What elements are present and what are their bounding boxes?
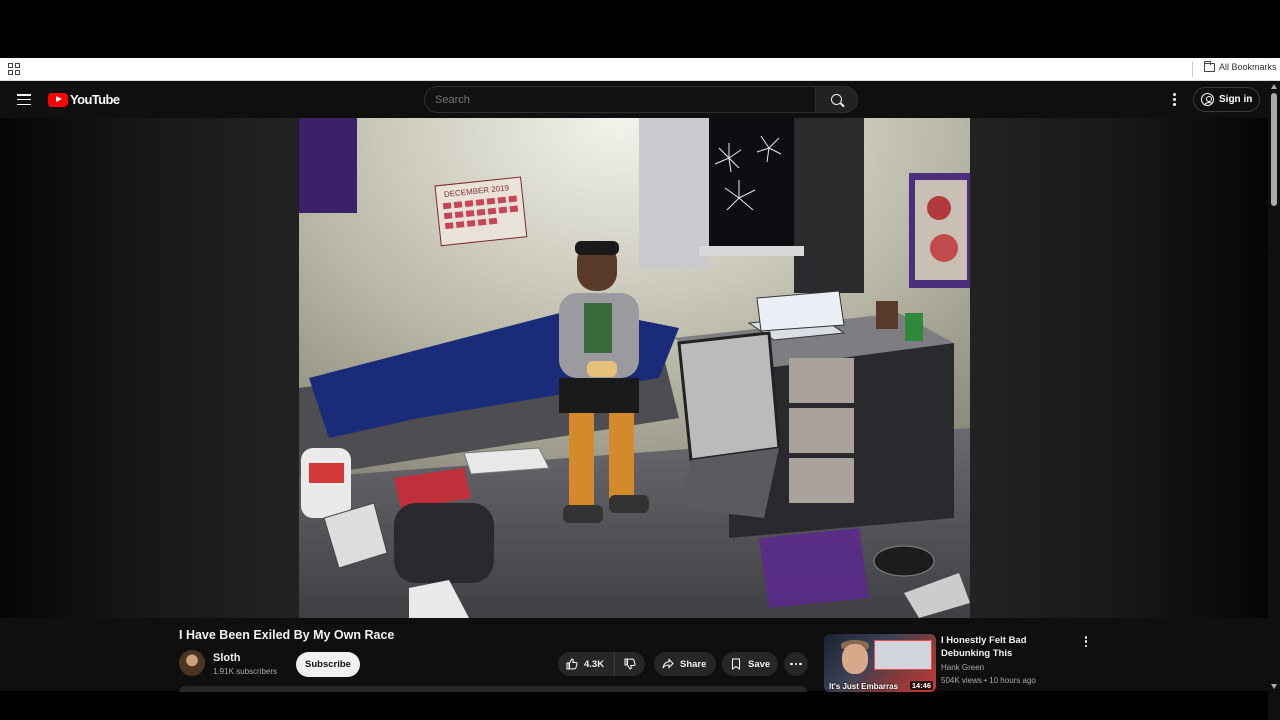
youtube-play-logo-icon (48, 92, 68, 107)
thumbnail-screen (874, 640, 932, 670)
settings-menu-icon[interactable] (1172, 93, 1176, 106)
recommendation-views: 504K views (941, 676, 982, 685)
sign-in-button[interactable]: Sign in (1193, 87, 1260, 112)
recommendation-thumbnail[interactable]: It's Just Embarras 14:46 (824, 634, 936, 692)
apps-grid-icon[interactable] (8, 63, 20, 75)
folder-icon (1204, 60, 1215, 72)
channel-name[interactable]: Sloth (213, 652, 241, 664)
scrollbar-thumb[interactable] (1271, 93, 1277, 206)
all-bookmarks-label: All Bookmarks (1219, 62, 1277, 72)
thumbnail-caption: It's Just Embarras (829, 682, 899, 691)
purple-banner (299, 118, 357, 213)
thumbs-up-icon (566, 658, 578, 670)
recommendation-meta: 504K views • 10 hours ago (941, 676, 1036, 685)
sign-in-label: Sign in (1219, 94, 1253, 105)
video-title: I Have Been Exiled By My Own Race (179, 628, 395, 642)
share-icon (662, 658, 674, 669)
black-bag (394, 503, 494, 583)
channel-avatar[interactable] (179, 650, 205, 676)
calendar: DECEMBER 2019 (434, 176, 528, 247)
bookmarks-divider (1192, 62, 1193, 77)
youtube-logo[interactable]: YouTube (48, 92, 120, 107)
save-label: Save (748, 658, 771, 670)
account-icon (1201, 93, 1214, 106)
recommendation-channel[interactable]: Hank Green (941, 663, 984, 672)
subscribe-button[interactable]: Subscribe (296, 652, 360, 677)
scroll-up-arrow-icon[interactable] (1271, 84, 1277, 89)
share-label: Share (680, 658, 707, 670)
dislike-button[interactable] (615, 652, 645, 676)
bookmarks-bar: All Bookmarks (0, 58, 1280, 81)
search-button[interactable] (815, 86, 858, 113)
search-input[interactable] (424, 86, 816, 113)
purple-bag (759, 528, 869, 608)
all-bookmarks-button[interactable]: All Bookmarks (1204, 60, 1277, 72)
thumbnail-face (842, 644, 868, 674)
like-button[interactable]: 4.3K (558, 652, 615, 676)
window-night (709, 118, 794, 248)
video-frame[interactable]: DECEMBER 2019 (299, 118, 970, 618)
search-icon (831, 94, 842, 105)
thumbs-down-icon (624, 658, 636, 670)
like-count: 4.3K (584, 658, 605, 670)
youtube-page: YouTube Sign in (0, 81, 1280, 720)
description-box[interactable] (179, 686, 807, 692)
recommendation-menu-icon[interactable] (1084, 636, 1088, 647)
video-player[interactable]: DECEMBER 2019 (0, 118, 1268, 618)
masthead: YouTube Sign in (0, 81, 1268, 118)
window-sill (699, 246, 804, 256)
menu-icon[interactable] (17, 94, 31, 105)
bookmark-icon (732, 658, 740, 670)
curtain-left (639, 118, 709, 268)
curtain-right (794, 118, 864, 293)
share-button[interactable]: Share (654, 652, 716, 676)
page-scrollbar[interactable] (1268, 81, 1280, 720)
below-player-band (0, 691, 1268, 720)
video-illustration: DECEMBER 2019 (299, 118, 970, 618)
screen-top-band (0, 0, 1280, 58)
more-actions-button[interactable] (784, 652, 808, 676)
logo-text: YouTube (70, 92, 120, 107)
save-button[interactable]: Save (722, 652, 778, 676)
recommendation-age: 10 hours ago (989, 676, 1036, 685)
white-bowl (873, 545, 935, 577)
scroll-down-arrow-icon[interactable] (1271, 684, 1277, 689)
chair (677, 331, 781, 462)
subscriber-count: 1.91K subscribers (213, 667, 278, 676)
recommendation-title[interactable]: I Honestly Felt Bad Debunking This (941, 634, 1076, 660)
video-duration: 14:46 (909, 681, 933, 690)
